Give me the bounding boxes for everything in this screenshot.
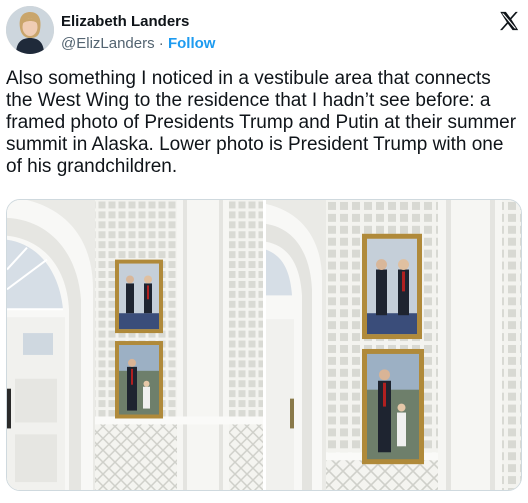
- author-avatar[interactable]: [6, 6, 54, 54]
- author-name[interactable]: Elizabeth Landers: [61, 12, 215, 32]
- author-handle[interactable]: @ElizLanders: [61, 35, 155, 52]
- author-block: Elizabeth Landers @ElizLanders · Follow: [61, 12, 215, 54]
- tweet-text: Also something I noticed in a vestibule …: [6, 68, 517, 177]
- tweet-media[interactable]: [6, 199, 522, 491]
- avatar-image: [6, 6, 54, 54]
- author-meta: @ElizLanders · Follow: [61, 34, 215, 54]
- tweet-header: Elizabeth Landers @ElizLanders · Follow: [6, 6, 522, 56]
- meta-separator: ·: [158, 35, 164, 52]
- follow-button[interactable]: Follow: [168, 35, 216, 52]
- media-photo-right[interactable]: [266, 200, 522, 490]
- x-logo-icon[interactable]: [498, 10, 520, 32]
- media-photo-left[interactable]: [7, 200, 263, 490]
